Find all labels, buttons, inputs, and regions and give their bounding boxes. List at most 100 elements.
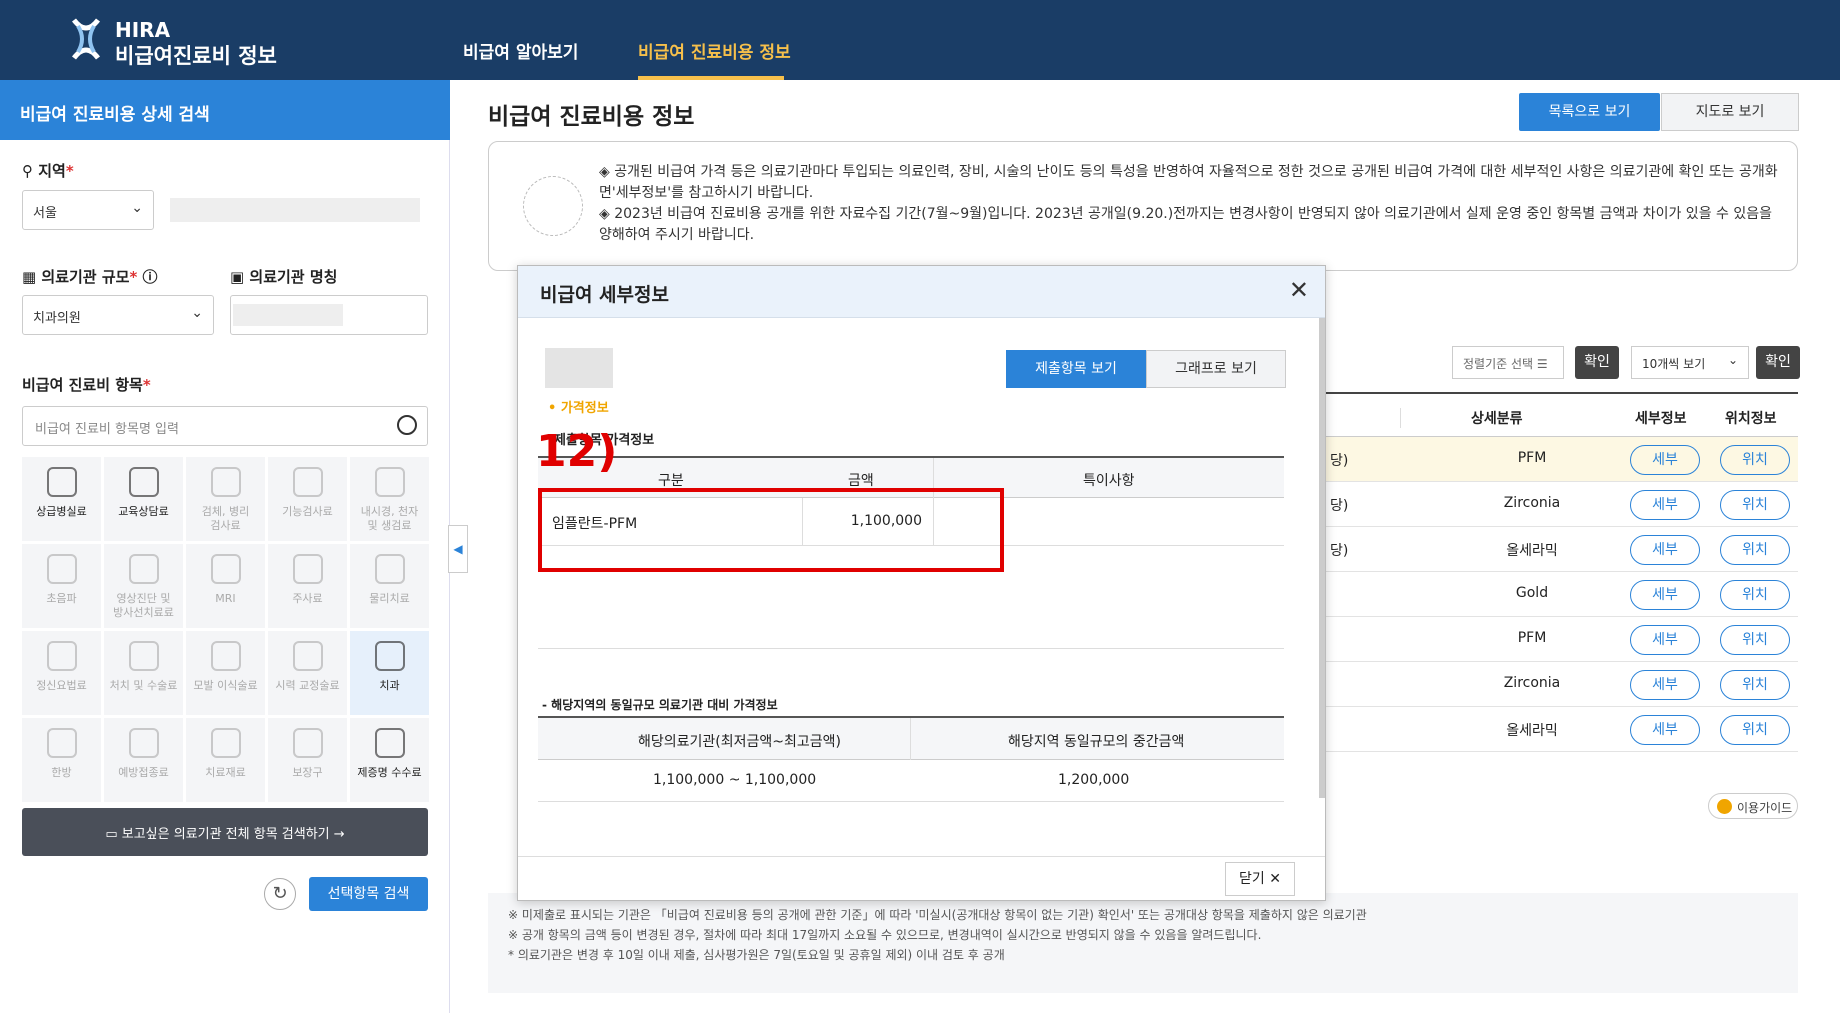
close-button[interactable]: 닫기 ✕ — [1225, 862, 1295, 896]
location-button[interactable]: 위치 — [1720, 535, 1790, 565]
category-certificate[interactable]: 제증명 수수료 — [350, 718, 429, 802]
function-test-icon — [293, 467, 323, 497]
location-button[interactable]: 위치 — [1720, 670, 1790, 700]
table-row[interactable]: 당) PFM 세부 위치 — [1320, 437, 1798, 482]
category-injection[interactable]: 주사료 — [268, 544, 347, 628]
detail-button[interactable]: 세부 — [1630, 445, 1700, 475]
col-detail-class: 상세분류 — [1400, 408, 1523, 428]
detail-button[interactable]: 세부 — [1630, 490, 1700, 520]
detail-button[interactable]: 세부 — [1630, 715, 1700, 745]
hospital-name-input[interactable] — [230, 295, 428, 335]
region-select[interactable]: 서울 ⌄ — [22, 190, 154, 230]
location-button[interactable]: 위치 — [1720, 445, 1790, 475]
hospital-name-label: ▣ 의료기관 명칭 — [230, 268, 338, 286]
per-page-select[interactable]: 10개씩 보기 ⌄ — [1631, 346, 1749, 379]
table-row[interactable]: Gold 세부 위치 — [1320, 572, 1798, 617]
sort-select[interactable]: 정렬기준 선택 ☰ — [1452, 346, 1564, 379]
table-row[interactable]: PFM 세부 위치 — [1320, 617, 1798, 662]
usage-guide-button[interactable]: 이용가이드 — [1708, 793, 1798, 819]
per-page-confirm-button[interactable]: 확인 — [1756, 346, 1800, 379]
location-button[interactable]: 위치 — [1720, 715, 1790, 745]
chevron-down-icon: ⌄ — [191, 305, 203, 321]
category-ward[interactable]: 상급병실료 — [22, 457, 101, 541]
table-row[interactable]: 당) 올세라믹 세부 위치 — [1320, 527, 1798, 572]
map-view-button[interactable]: 지도로 보기 — [1661, 93, 1799, 131]
bed-icon — [47, 467, 77, 497]
detail-button[interactable]: 세부 — [1630, 535, 1700, 565]
category-surgery[interactable]: 처치 및 수술료 — [104, 631, 183, 715]
blurred-district-select[interactable] — [170, 198, 420, 222]
category-mri[interactable]: MRI — [186, 544, 265, 628]
sidebar-collapse-handle[interactable]: ◀ — [448, 525, 468, 573]
scale-label: ▦ 의료기관 규모* ⓘ — [22, 268, 158, 286]
items-label: 비급여 진료비 항목* — [22, 376, 151, 394]
category-psychiatry[interactable]: 정신요법료 — [22, 631, 101, 715]
tab-graph[interactable]: 그래프로 보기 — [1146, 350, 1286, 388]
refresh-icon[interactable]: ↻ — [264, 878, 296, 910]
category-radiology[interactable]: 영상진단 및 방사선치료료 — [104, 544, 183, 628]
list-view-button[interactable]: 목록으로 보기 — [1519, 93, 1660, 131]
detail-button[interactable]: 세부 — [1630, 625, 1700, 655]
modal-scrollbar[interactable] — [1319, 318, 1325, 798]
table-row[interactable]: 올세라믹 세부 위치 — [1320, 707, 1798, 752]
modal-title: 비급여 세부정보 — [518, 266, 1325, 318]
brain-icon — [47, 641, 77, 671]
sidebar-title: 비급여 진료비용 상세 검색 — [0, 80, 450, 140]
mri-icon — [211, 554, 241, 584]
location-button[interactable]: 위치 — [1720, 625, 1790, 655]
notice-box: ◈ 공개된 비급여 가격 등은 의료기관마다 투입되는 의료인력, 장비, 시술… — [488, 141, 1798, 271]
note-line: ※ 미제출로 표시되는 기관은 「비급여 진료비용 등의 공개에 관한 기준」에… — [508, 908, 1367, 922]
detail-button[interactable]: 세부 — [1630, 580, 1700, 610]
info-icon — [1717, 799, 1732, 814]
category-dental[interactable]: 치과 — [350, 631, 429, 715]
location-button[interactable]: 위치 — [1720, 580, 1790, 610]
nav-cost-info[interactable]: 비급여 진료비용 정보 — [638, 38, 791, 63]
help-icon[interactable]: ⓘ — [143, 268, 158, 286]
logo-text-top: HIRA — [115, 18, 171, 42]
detail-button[interactable]: 세부 — [1630, 670, 1700, 700]
col-category: 구분 — [658, 473, 684, 489]
category-function[interactable]: 기능검사료 — [268, 457, 347, 541]
note-line: ※ 공개 항목의 금액 등이 변경된 경우, 절차에 따라 최대 17일까지 소… — [508, 928, 1262, 942]
folder-icon: ▭ — [105, 827, 122, 842]
tab-submitted-items[interactable]: 제출항목 보기 — [1006, 350, 1146, 388]
category-oriental[interactable]: 한방 — [22, 718, 101, 802]
selected-items-search-button[interactable]: 선택항목 검색 — [309, 877, 428, 911]
category-hair[interactable]: 모발 이식술료 — [186, 631, 265, 715]
hospital-price-range: 1,100,000 ~ 1,100,000 — [653, 772, 817, 788]
caret-left-icon: ◀ — [453, 542, 463, 556]
compare-price-table: 해당의료기관(최저금액~최고금액) 해당지역 동일규모의 중간금액 1,100,… — [538, 716, 1284, 802]
category-vision[interactable]: 시력 교정술료 — [268, 631, 347, 715]
material-icon — [211, 728, 241, 758]
compare-title: - 해당지역의 동일규모 의료기관 대비 가격정보 — [542, 698, 778, 712]
close-icon: ✕ — [1269, 871, 1281, 887]
search-icon[interactable] — [397, 415, 417, 435]
tooth-icon — [375, 641, 405, 671]
scale-select[interactable]: 치과의원 ⌄ — [22, 295, 214, 335]
microscope-icon — [211, 467, 241, 497]
annotation-label: 12) — [536, 426, 618, 477]
category-ultrasound[interactable]: 초음파 — [22, 544, 101, 628]
location-button[interactable]: 위치 — [1720, 490, 1790, 520]
category-counsel[interactable]: 교육상담료 — [104, 457, 183, 541]
sort-confirm-button[interactable]: 확인 — [1575, 346, 1619, 379]
region-label: ⚲ 지역* — [22, 162, 74, 180]
category-pathology[interactable]: 검체, 병리 검사료 — [186, 457, 265, 541]
table-header: 해당의료기관(최저금액~최고금액) 해당지역 동일규모의 중간금액 — [538, 716, 1284, 760]
category-material[interactable]: 치료재료 — [186, 718, 265, 802]
notice-icon — [523, 176, 583, 236]
category-physio[interactable]: 물리치료 — [350, 544, 429, 628]
category-endoscopy[interactable]: 내시경, 천자 및 생검료 — [350, 457, 429, 541]
item-search-input[interactable]: 비급여 진료비 항목명 입력 — [22, 406, 428, 446]
list-icon: ☰ — [1536, 357, 1548, 371]
radiation-icon — [129, 554, 159, 584]
search-all-items-button[interactable]: ▭ 보고싶은 의료기관 전체 항목 검색하기 → — [22, 808, 428, 856]
table-row[interactable]: 당) Zirconia 세부 위치 — [1320, 482, 1798, 527]
category-vaccine[interactable]: 예방접종료 — [104, 718, 183, 802]
vaccine-icon — [129, 728, 159, 758]
nav-learn[interactable]: 비급여 알아보기 — [463, 38, 578, 63]
footer-notes: ※ 미제출로 표시되는 기관은 「비급여 진료비용 등의 공개에 관한 기준」에… — [488, 893, 1798, 993]
close-icon[interactable]: ✕ — [1289, 276, 1309, 304]
table-row[interactable]: Zirconia 세부 위치 — [1320, 662, 1798, 707]
category-orthotics[interactable]: 보장구 — [268, 718, 347, 802]
